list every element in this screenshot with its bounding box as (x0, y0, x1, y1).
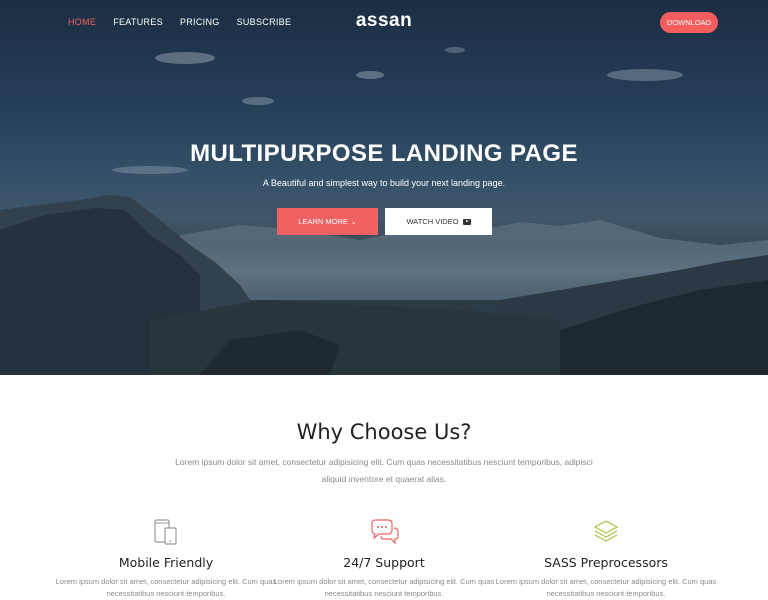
feature-support: 24/7 Support Lorem ipsum dolor sit amet,… (266, 518, 502, 600)
watch-video-label: WATCH VIDEO (406, 217, 459, 226)
learn-more-label: LEARN MORE (298, 217, 348, 226)
hero-subtitle: A Beautiful and simplest way to build yo… (262, 178, 506, 188)
feature-mobile-friendly: Mobile Friendly Lorem ipsum dolor sit am… (48, 518, 284, 600)
watch-video-button[interactable]: WATCH VIDEO (385, 208, 492, 235)
hero-title: MULTIPURPOSE LANDING PAGE (190, 140, 578, 167)
feature-description: Lorem ipsum dolor sit amet, consectetur … (55, 577, 277, 598)
layers-icon (488, 518, 724, 546)
learn-more-button[interactable]: LEARN MORE ⌄ (277, 208, 378, 235)
brand-logo[interactable]: assan (0, 10, 768, 32)
feature-title: Mobile Friendly (118, 555, 214, 570)
feature-title: 24/7 Support (343, 555, 425, 570)
section-title: Why Choose Us? (296, 420, 472, 444)
chat-bubbles-icon (266, 518, 502, 546)
chevron-down-icon: ⌄ (350, 218, 357, 226)
feature-description: Lorem ipsum dolor sit amet, consectetur … (273, 577, 495, 598)
download-button[interactable]: DOWNLOAD (660, 12, 718, 33)
play-icon (462, 218, 471, 225)
top-navigation: HOME FEATURES PRICING SUBSCRIBE assan DO… (0, 0, 768, 45)
section-description: Lorem ipsum dolor sit amet, consectetur … (175, 457, 593, 484)
feature-title: SASS Preprocessors (544, 555, 668, 570)
hero-section: HOME FEATURES PRICING SUBSCRIBE assan DO… (0, 0, 768, 375)
feature-description: Lorem ipsum dolor sit amet, consectetur … (495, 577, 717, 598)
feature-sass: SASS Preprocessors Lorem ipsum dolor sit… (488, 518, 724, 600)
mobile-devices-icon (48, 518, 284, 546)
